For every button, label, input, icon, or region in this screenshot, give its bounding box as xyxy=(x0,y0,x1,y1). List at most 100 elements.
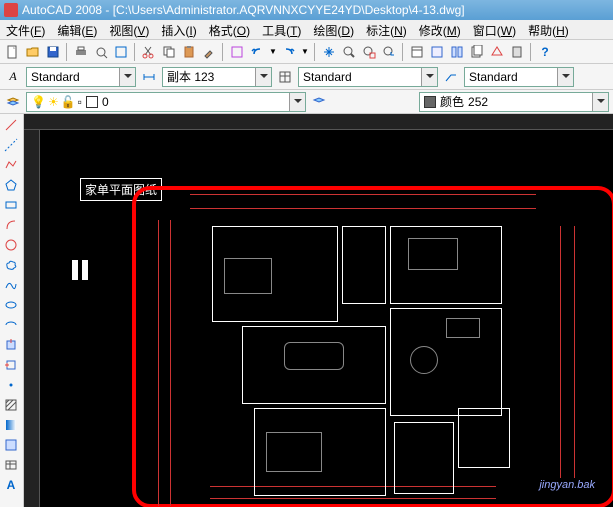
furniture-sofa xyxy=(284,342,344,370)
cut-button[interactable] xyxy=(140,43,158,61)
furniture-table xyxy=(410,346,438,374)
menu-w[interactable]: 窗口(W) xyxy=(467,20,522,39)
redo-button[interactable] xyxy=(280,43,298,61)
mleader-style-icon[interactable] xyxy=(442,68,460,86)
dropdown-arrow-icon[interactable] xyxy=(255,68,271,86)
gradient-button[interactable] xyxy=(2,416,20,434)
line-button[interactable] xyxy=(2,116,20,134)
dimension-line xyxy=(190,194,536,195)
paste-button[interactable] xyxy=(180,43,198,61)
drawing-canvas[interactable]: 家单平面图纸 xyxy=(24,114,613,507)
properties-button[interactable] xyxy=(408,43,426,61)
markup-button[interactable] xyxy=(488,43,506,61)
mleader-style-dropdown[interactable]: Standard xyxy=(464,67,574,87)
room xyxy=(394,422,454,494)
undo-button[interactable] xyxy=(248,43,266,61)
floor-plan xyxy=(194,218,534,506)
insert-block-button[interactable] xyxy=(2,336,20,354)
revcloud-button[interactable] xyxy=(2,256,20,274)
mleader-style-value: Standard xyxy=(469,70,518,84)
polyline-button[interactable] xyxy=(2,156,20,174)
scale-marker xyxy=(82,260,88,280)
help-button[interactable]: ? xyxy=(536,43,554,61)
zoom-window-button[interactable] xyxy=(360,43,378,61)
dropdown-arrow-icon[interactable] xyxy=(557,68,573,86)
text-style-icon[interactable]: A xyxy=(4,68,22,86)
dimension-line xyxy=(158,220,159,506)
tool-palettes-button[interactable] xyxy=(448,43,466,61)
pan-button[interactable] xyxy=(320,43,338,61)
furniture-bed xyxy=(266,432,322,472)
qcalc-button[interactable] xyxy=(508,43,526,61)
layer-previous-button[interactable] xyxy=(310,93,328,111)
furniture-bed xyxy=(224,258,272,294)
make-block-button[interactable] xyxy=(2,356,20,374)
menu-i[interactable]: 插入(I) xyxy=(155,20,202,39)
construction-line-button[interactable] xyxy=(2,136,20,154)
print-button[interactable] xyxy=(72,43,90,61)
layer-dropdown[interactable]: 💡 ☀ 🔓 ▫ 0 xyxy=(26,92,306,112)
menu-t[interactable]: 工具(T) xyxy=(256,20,307,39)
color-dropdown[interactable]: 颜色 252 xyxy=(419,92,609,112)
dropdown-arrow-icon[interactable] xyxy=(119,68,135,86)
ruler-horizontal xyxy=(24,114,613,130)
undo-dropdown[interactable]: ▼ xyxy=(268,43,278,61)
ellipse-arc-button[interactable] xyxy=(2,316,20,334)
dropdown-arrow-icon[interactable] xyxy=(289,93,305,111)
plot-preview-button[interactable] xyxy=(92,43,110,61)
draw-toolbar: A xyxy=(0,114,24,507)
app-icon xyxy=(4,3,18,17)
polygon-button[interactable] xyxy=(2,176,20,194)
match-properties-button[interactable] xyxy=(200,43,218,61)
dropdown-arrow-icon[interactable] xyxy=(592,93,608,111)
table-style-dropdown[interactable]: Standard xyxy=(298,67,438,87)
copy-button[interactable] xyxy=(160,43,178,61)
block-editor-button[interactable] xyxy=(228,43,246,61)
title-bar: AutoCAD 2008 - [C:\Users\Administrator.A… xyxy=(0,0,613,20)
menu-h[interactable]: 帮助(H) xyxy=(522,20,575,39)
menu-bar: 文件(F)编辑(E)视图(V)插入(I)格式(O)工具(T)绘图(D)标注(N)… xyxy=(0,20,613,40)
spline-button[interactable] xyxy=(2,276,20,294)
layers-toolbar: 💡 ☀ 🔓 ▫ 0 颜色 252 xyxy=(0,90,613,114)
redo-dropdown[interactable]: ▼ xyxy=(300,43,310,61)
mtext-button[interactable]: A xyxy=(2,476,20,494)
workspace: A 家单平面图纸 xyxy=(0,114,613,507)
rectangle-button[interactable] xyxy=(2,196,20,214)
circle-button[interactable] xyxy=(2,236,20,254)
zoom-previous-button[interactable] xyxy=(380,43,398,61)
viewport[interactable]: 家单平面图纸 xyxy=(40,130,613,507)
dim-style-value: 副本 123 xyxy=(167,68,214,85)
menu-f[interactable]: 文件(F) xyxy=(0,20,51,39)
arc-button[interactable] xyxy=(2,216,20,234)
sheet-set-button[interactable] xyxy=(468,43,486,61)
save-button[interactable] xyxy=(44,43,62,61)
publish-button[interactable] xyxy=(112,43,130,61)
region-button[interactable] xyxy=(2,436,20,454)
menu-m[interactable]: 修改(M) xyxy=(413,20,467,39)
dropdown-arrow-icon[interactable] xyxy=(421,68,437,86)
lightbulb-icon: 💡 xyxy=(31,95,46,109)
room xyxy=(458,408,510,468)
dimension-line xyxy=(560,226,561,478)
menu-v[interactable]: 视图(V) xyxy=(103,20,155,39)
menu-d[interactable]: 绘图(D) xyxy=(307,20,360,39)
menu-o[interactable]: 格式(O) xyxy=(203,20,256,39)
layer-properties-button[interactable] xyxy=(4,93,22,111)
room xyxy=(342,226,386,304)
table-button[interactable] xyxy=(2,456,20,474)
new-button[interactable] xyxy=(4,43,22,61)
ellipse-button[interactable] xyxy=(2,296,20,314)
hatch-button[interactable] xyxy=(2,396,20,414)
point-button[interactable] xyxy=(2,376,20,394)
styles-toolbar: A Standard 副本 123 Standard Standard xyxy=(0,64,613,90)
menu-n[interactable]: 标注(N) xyxy=(360,20,413,39)
table-style-value: Standard xyxy=(303,70,352,84)
text-style-dropdown[interactable]: Standard xyxy=(26,67,136,87)
zoom-realtime-button[interactable] xyxy=(340,43,358,61)
open-button[interactable] xyxy=(24,43,42,61)
menu-e[interactable]: 编辑(E) xyxy=(51,20,103,39)
design-center-button[interactable] xyxy=(428,43,446,61)
table-style-icon[interactable] xyxy=(276,68,294,86)
dim-style-dropdown[interactable]: 副本 123 xyxy=(162,67,272,87)
dim-style-icon[interactable] xyxy=(140,68,158,86)
